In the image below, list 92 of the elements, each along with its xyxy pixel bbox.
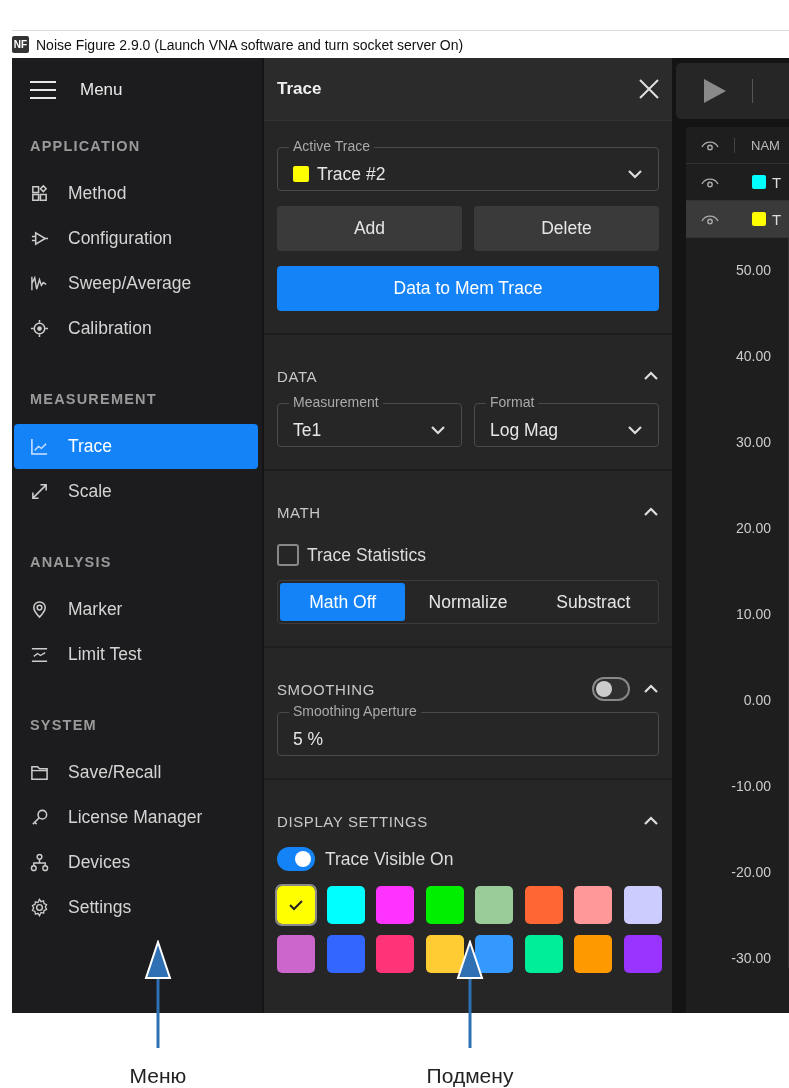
section-heading: SMOOTHING	[277, 680, 375, 698]
amplifier-icon	[30, 229, 49, 248]
color-swatch[interactable]	[574, 886, 612, 924]
eye-icon[interactable]	[701, 139, 719, 151]
checkbox-label: Trace Statistics	[307, 544, 426, 566]
check-icon	[289, 899, 303, 911]
resize-arrow-icon	[30, 482, 49, 501]
axis-label: 0.00	[743, 691, 771, 710]
color-swatch[interactable]	[623, 935, 662, 973]
axis-label: -20.00	[731, 863, 771, 882]
menu-item[interactable]: Trace	[14, 424, 258, 469]
axis-label: 30.00	[735, 433, 771, 452]
menu-item[interactable]: License Manager	[14, 795, 258, 840]
color-swatch[interactable]	[326, 886, 365, 924]
limit-lines-icon	[30, 645, 49, 664]
folder-icon	[30, 763, 49, 782]
menu-item[interactable]: Limit Test	[14, 632, 258, 677]
target-icon	[30, 319, 49, 338]
axis-label: 10.00	[735, 605, 771, 624]
chevron-up-icon[interactable]	[643, 684, 659, 694]
column-header: NAM	[734, 137, 780, 153]
section-heading: SYSTEM	[29, 716, 98, 735]
section-heading: DATA	[277, 367, 318, 385]
color-swatch[interactable]	[277, 935, 315, 973]
menu-item[interactable]: Settings	[14, 885, 258, 930]
menu-item[interactable]: Sweep/Average	[14, 261, 258, 306]
play-icon[interactable]	[704, 79, 726, 103]
chevron-down-icon	[430, 425, 446, 435]
chevron-up-icon[interactable]	[643, 507, 659, 517]
eye-icon[interactable]	[701, 176, 719, 188]
chevron-down-icon	[627, 169, 643, 179]
action-button[interactable]: Delete	[474, 206, 659, 251]
section-heading: ANALYSIS	[29, 553, 113, 572]
chevron-up-icon[interactable]	[643, 371, 659, 381]
menu-item[interactable]: Calibration	[14, 306, 258, 351]
network-icon	[30, 853, 49, 872]
menu-item[interactable]: Save/Recall	[14, 750, 258, 795]
section-heading: DISPLAY SETTINGS	[277, 812, 428, 830]
waveform-icon	[30, 274, 49, 293]
chevron-up-icon[interactable]	[643, 816, 659, 826]
axis-label: -10.00	[731, 777, 771, 796]
color-swatch[interactable]	[425, 935, 464, 973]
axis-label: 20.00	[735, 519, 771, 538]
trace-name: T	[772, 210, 782, 228]
toggle-label: Trace Visible On	[325, 848, 454, 870]
axis-label: 50.00	[735, 261, 771, 280]
color-swatch[interactable]	[277, 886, 315, 924]
section-heading: MATH	[277, 503, 321, 521]
toggle-switch[interactable]	[592, 677, 630, 701]
color-swatch[interactable]	[425, 886, 464, 924]
window-title: Noise Figure 2.9.0 (Launch VNA software and turn socket server On)	[36, 36, 464, 53]
annotation-label: Меню	[129, 1064, 187, 1088]
menu-item[interactable]: Configuration	[14, 216, 258, 261]
eye-icon[interactable]	[701, 213, 719, 225]
menu-label: Menu	[80, 79, 123, 100]
settings-icon	[30, 898, 49, 917]
trace-row[interactable]: T	[686, 201, 789, 238]
menu-item[interactable]: Marker	[14, 587, 258, 632]
close-icon[interactable]	[639, 79, 659, 99]
color-swatch[interactable]	[524, 886, 563, 924]
trace-name: T	[772, 173, 782, 191]
line-chart-icon	[30, 437, 49, 456]
color-swatch[interactable]	[376, 886, 414, 924]
key-icon	[30, 808, 49, 827]
action-button[interactable]: Data to Mem Trace	[277, 266, 659, 311]
menu-item[interactable]: Devices	[14, 840, 258, 885]
app-icon: NF	[12, 36, 29, 53]
menu-item[interactable]: Method	[14, 171, 258, 216]
toggle-switch[interactable]	[277, 847, 315, 871]
axis-label: -30.00	[731, 949, 771, 968]
color-swatch[interactable]	[475, 886, 513, 924]
segment-option[interactable]: Normalize	[405, 583, 531, 621]
section-heading: MEASUREMENT	[29, 390, 158, 409]
chevron-down-icon	[627, 425, 643, 435]
color-swatch[interactable]	[623, 886, 662, 924]
checkbox[interactable]	[277, 544, 299, 566]
menu-icon[interactable]	[30, 80, 56, 99]
annotation-label: Подмену	[426, 1064, 514, 1088]
action-button[interactable]: Add	[277, 206, 462, 251]
axis-label: 40.00	[735, 347, 771, 366]
color-swatch[interactable]	[475, 935, 513, 973]
panel-title: Trace	[277, 79, 322, 99]
segment-option[interactable]: Math Off	[280, 583, 406, 621]
color-swatch[interactable]	[376, 935, 414, 973]
color-swatch[interactable]	[574, 935, 612, 973]
color-swatch[interactable]	[524, 935, 563, 973]
section-heading: APPLICATION	[29, 137, 142, 156]
segment-option[interactable]: Substract	[530, 583, 656, 621]
menu-item[interactable]: Scale	[14, 469, 258, 514]
grid-icon	[30, 184, 49, 203]
location-pin-icon	[30, 600, 49, 619]
color-swatch[interactable]	[326, 935, 365, 973]
